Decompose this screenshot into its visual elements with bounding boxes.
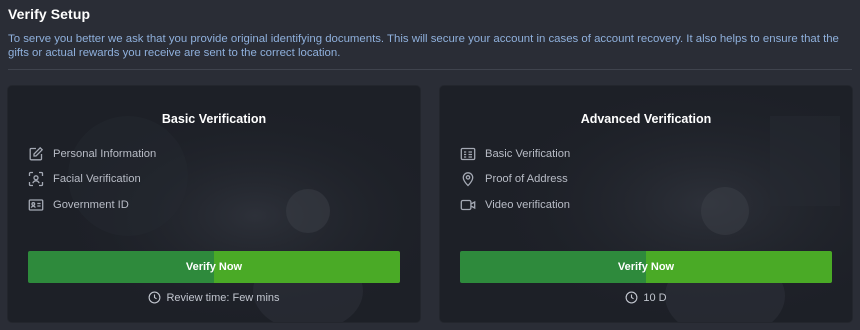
divider <box>8 69 852 70</box>
feature-item-personal-information: Personal Information <box>28 146 156 162</box>
feature-item-basic-verification: Basic Verification <box>460 146 570 162</box>
page-description: To serve you better we ask that you prov… <box>8 33 839 59</box>
feature-label: Proof of Address <box>485 173 568 185</box>
basic-verification-card: Basic Verification Personal Information … <box>8 86 420 322</box>
feature-label: Government ID <box>53 199 129 211</box>
clock-icon <box>148 291 161 304</box>
card-title: Basic Verification <box>161 112 267 126</box>
feature-label: Video verification <box>485 199 570 211</box>
card-title: Advanced Verification <box>580 112 712 126</box>
basic-verify-now-button[interactable]: Verify Now <box>28 251 400 283</box>
feature-label: Facial Verification <box>53 173 141 185</box>
feature-item-proof-of-address: Proof of Address <box>460 171 568 187</box>
advanced-verify-now-button[interactable]: Verify Now <box>460 251 832 283</box>
id-card-icon <box>28 197 44 213</box>
clock-icon <box>625 291 638 304</box>
edit-icon <box>28 146 44 162</box>
advanced-verification-card: Advanced Verification Basic Verification… <box>440 86 852 322</box>
feature-label: Personal Information <box>53 148 157 160</box>
feature-item-government-id: Government ID <box>28 197 129 213</box>
review-time-text: Review time: Few mins <box>166 291 280 304</box>
face-scan-icon <box>28 171 44 187</box>
video-icon <box>460 197 476 213</box>
feature-label: Basic Verification <box>485 148 571 160</box>
review-time: 10 D <box>440 291 852 304</box>
page-title: Verify Setup <box>8 6 91 22</box>
feature-item-video-verification: Video verification <box>460 197 570 213</box>
verify-setup-page: Verify Setup To serve you better we ask … <box>0 0 860 330</box>
review-time-text: 10 D <box>643 291 667 304</box>
id-card-icon <box>460 146 476 162</box>
review-time: Review time: Few mins <box>8 291 420 304</box>
location-pin-icon <box>460 171 476 187</box>
feature-item-facial-verification: Facial Verification <box>28 171 141 187</box>
